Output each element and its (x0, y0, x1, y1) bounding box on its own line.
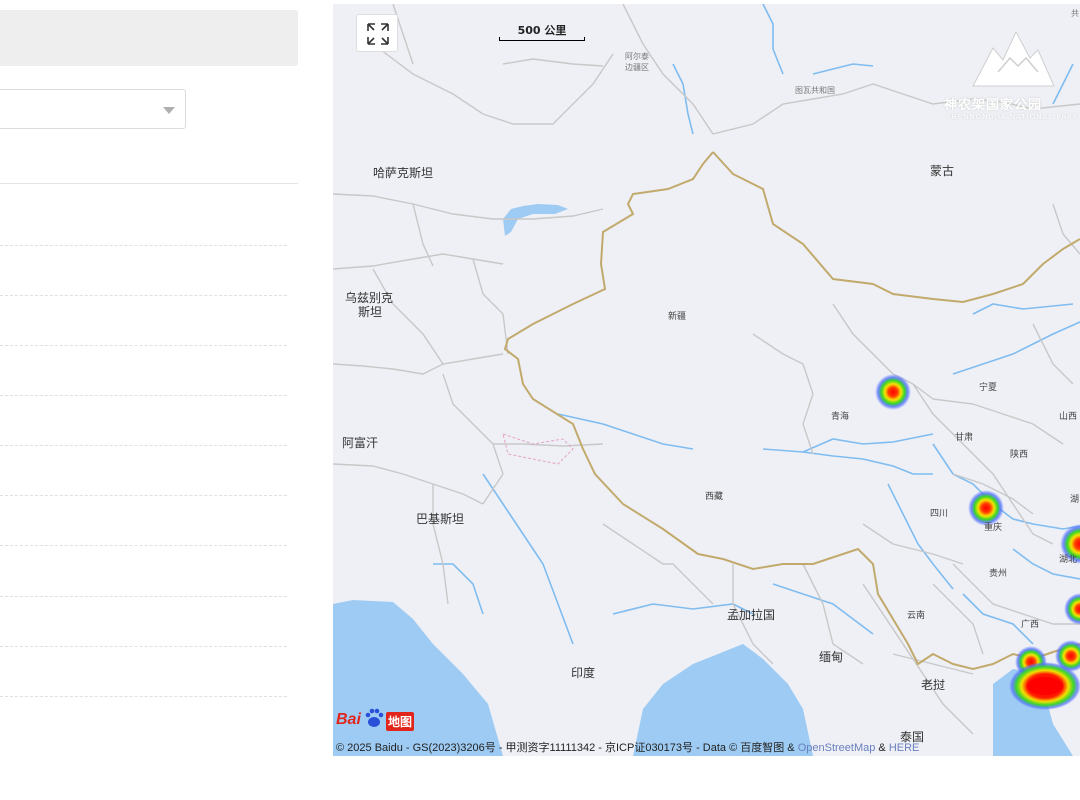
fullscreen-button[interactable] (356, 14, 398, 52)
map-label-qinghai: 青海 (831, 410, 849, 422)
list-row-divider (0, 646, 287, 647)
scale-bar: 500 公里 (497, 22, 587, 44)
baidu-paw-icon (365, 708, 384, 727)
scale-line (499, 37, 585, 41)
expand-icon[interactable] (357, 15, 399, 53)
guangdong-hotspot (1064, 593, 1080, 625)
scale-label: 500 公里 (517, 24, 567, 37)
list-row-divider (0, 245, 287, 246)
xining-hotspot (875, 374, 911, 410)
map-label-uzbekistan-1: 乌兹别克 (345, 290, 393, 305)
map-label-sichuan: 四川 (930, 509, 948, 519)
map-copyright: © 2025 Baidu - GS(2023)3206号 - 甲测资字11111… (336, 739, 919, 755)
list-row-divider (0, 696, 287, 697)
map-label-uzbekistan-2: 斯坦 (358, 305, 382, 319)
map-label-yunnan: 云南 (907, 609, 925, 621)
park-watermark-title: 神农架国家公园 (944, 98, 1043, 113)
list-row-divider (0, 395, 287, 396)
toolbar-bar (0, 10, 298, 66)
map-label-chongqing: 重庆 (984, 521, 1002, 533)
baidu-map-logo[interactable]: Bai 地图 (336, 706, 418, 732)
left-panel (0, 0, 318, 800)
hainan-hotspot-core (1027, 677, 1063, 695)
arabian-sea (333, 600, 503, 756)
list-header-divider (0, 183, 298, 184)
map-label-guangxi: 广西 (1021, 618, 1039, 630)
openstreetmap-link[interactable]: OpenStreetMap (798, 742, 876, 754)
map-label-guizhou: 贵州 (989, 567, 1007, 579)
map-label-hubei: 湖北 (1059, 554, 1077, 565)
chongqing-hotspot (968, 490, 1004, 526)
filter-select[interactable] (0, 89, 186, 129)
list-row-divider (0, 545, 287, 546)
map-label-mongolia: 蒙古 (930, 163, 954, 178)
map-label-ningxia: 宁夏 (979, 381, 997, 393)
chevron-down-icon[interactable] (163, 107, 175, 114)
list-row-divider (0, 495, 287, 496)
list-row-divider (0, 445, 287, 446)
list-row-divider (0, 596, 287, 597)
park-logo-icon (972, 30, 1055, 87)
map-label-myanmar: 缅甸 (819, 650, 843, 664)
list-row-divider (0, 345, 287, 346)
map-label-laos: 老挝 (921, 678, 945, 692)
map-label-india: 印度 (571, 665, 595, 680)
baidu-logo-ditu: 地图 (386, 712, 415, 731)
map-label-bangladesh: 孟加拉国 (727, 607, 775, 622)
map-label-kazakhstan: 哈萨克斯坦 (373, 166, 433, 180)
copyright-text: © 2025 Baidu - GS(2023)3206号 - 甲测资字11111… (336, 742, 798, 754)
map-label-shaanxi: 陕西 (1010, 448, 1028, 460)
map-label-pakistan: 巴基斯坦 (416, 512, 464, 526)
map-label-hubei-partial: 湖 (1070, 494, 1079, 505)
copyright-amp: & (875, 742, 889, 754)
map-label-xizang: 西藏 (705, 490, 723, 502)
map-label-inner-mongolia-partial: 共 (1071, 9, 1079, 18)
map-label-afghanistan: 阿富汗 (342, 435, 378, 450)
list-row-divider (0, 295, 287, 296)
park-watermark-subtitle: SHENNONGJIA NATIONAL PARK (946, 113, 1079, 121)
park-watermark: 神农架国家公园 SHENNONGJIA NATIONAL PARK (944, 28, 1080, 128)
map-label-altai-2: 边疆区 (625, 62, 649, 72)
map-label-xinjiang: 新疆 (668, 310, 686, 322)
map-label-shanxi: 山西 (1059, 411, 1077, 422)
here-link[interactable]: HERE (889, 742, 920, 754)
baidu-logo-text: Bai (336, 711, 361, 728)
map-label-gansu: 甘肃 (955, 431, 973, 443)
lake-balkhash (503, 204, 568, 236)
map-label-altai-1: 阿尔泰 (625, 51, 649, 61)
map-label-tuva: 图瓦共和国 (795, 86, 835, 95)
